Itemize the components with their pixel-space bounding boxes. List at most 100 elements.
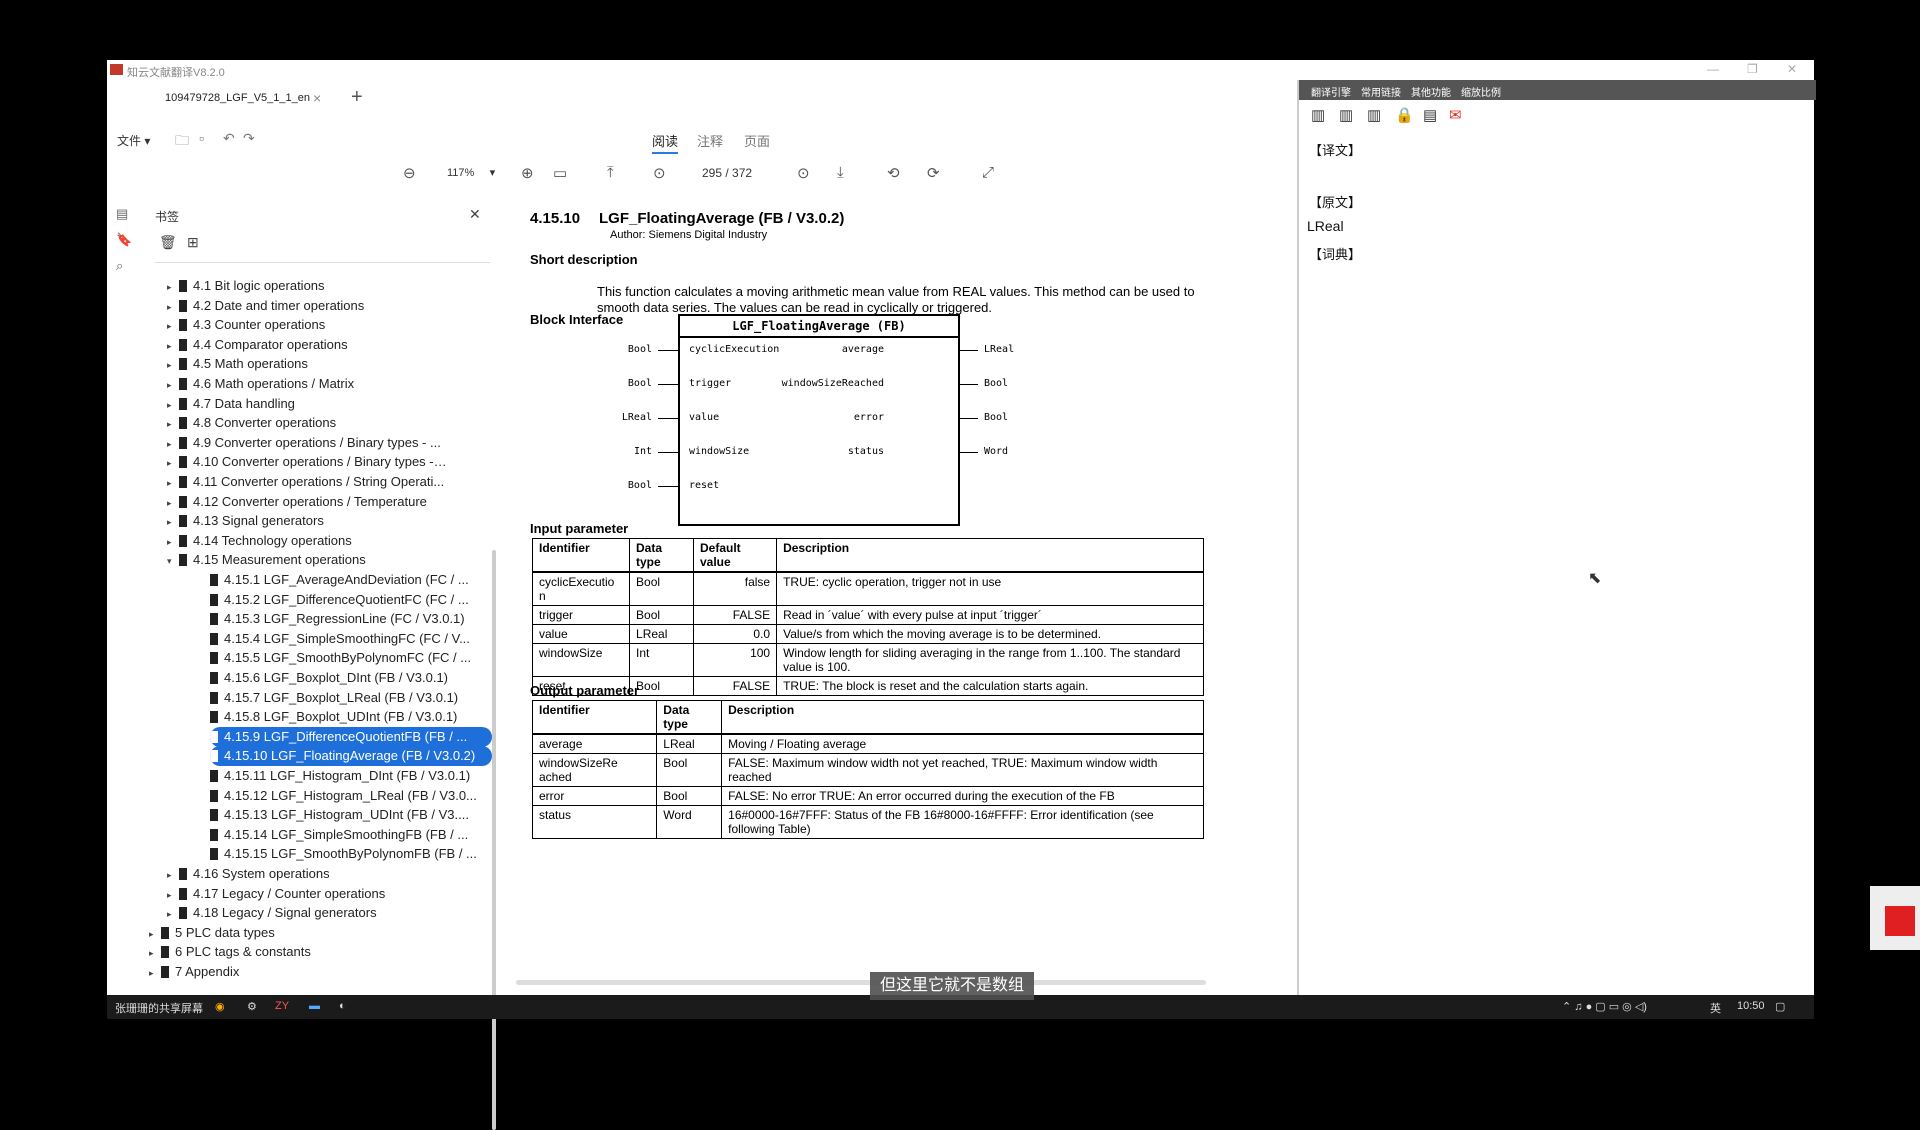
file-menu[interactable]: 文件 ▾ bbox=[117, 132, 150, 149]
sidebar-close-icon[interactable]: ✕ bbox=[469, 206, 481, 223]
expand-arrow-icon[interactable]: ▸ bbox=[167, 493, 179, 512]
save-icon[interactable]: ▫ bbox=[199, 130, 204, 146]
lock-icon[interactable]: 🔒 bbox=[1395, 106, 1414, 124]
prev-page-icon[interactable]: ⊙ bbox=[653, 164, 666, 182]
bookmark-item[interactable]: 4.15.8 LGF_Boxplot_UDInt (FB / V3.0.1) bbox=[210, 707, 485, 727]
expand-arrow-icon[interactable]: ▸ bbox=[167, 355, 179, 374]
layout-2-icon[interactable]: ▥ bbox=[1339, 106, 1353, 124]
add-bookmark-icon[interactable]: ⊞ bbox=[187, 234, 199, 251]
expand-arrow-icon[interactable]: ▸ bbox=[167, 904, 179, 923]
layout-3-icon[interactable]: ▥ bbox=[1367, 106, 1381, 124]
bookmark-item[interactable]: 4.15.11 LGF_Histogram_DInt (FB / V3.0.1) bbox=[210, 766, 485, 786]
bookmark-item[interactable]: ▸ 4.2 Date and timer operations bbox=[167, 296, 447, 316]
bookmark-item[interactable]: 4.15.1 LGF_AverageAndDeviation (FC / ... bbox=[210, 570, 485, 590]
bookmark-item[interactable]: ▸ 4.7 Data handling bbox=[167, 394, 447, 414]
expand-arrow-icon[interactable]: ▸ bbox=[149, 943, 161, 962]
restore-icon[interactable]: ❐ bbox=[1747, 62, 1758, 76]
bookmark-item[interactable]: ▸ 4.12 Converter operations / Temperature bbox=[167, 492, 447, 512]
bookmark-item[interactable]: 4.15.9 LGF_DifferenceQuotientFB (FB / ..… bbox=[210, 726, 492, 747]
bookmark-item[interactable]: ▸ 4.6 Math operations / Matrix bbox=[167, 374, 447, 394]
bookmark-item[interactable]: ▸ 6 PLC tags & constants bbox=[149, 942, 429, 962]
last-page-icon[interactable]: ⤓ bbox=[837, 164, 844, 181]
menu-other-functions[interactable]: 其他功能 bbox=[1411, 84, 1451, 99]
tab-annotate[interactable]: 注释 bbox=[697, 131, 723, 150]
tab-close-icon[interactable]: × bbox=[313, 90, 321, 106]
bookmark-item[interactable]: 4.15.5 LGF_SmoothByPolynomFC (FC / ... bbox=[210, 648, 485, 668]
expand-arrow-icon[interactable]: ▸ bbox=[167, 885, 179, 904]
rotate-left-icon[interactable]: ⟲ bbox=[887, 164, 900, 182]
bookmark-item[interactable]: ▸ 4.13 Signal generators bbox=[167, 511, 447, 531]
document-tab[interactable]: 109479728_LGF_V5_1_1_en bbox=[165, 92, 310, 104]
expand-arrow-icon[interactable]: ▸ bbox=[167, 532, 179, 551]
next-page-icon[interactable]: ⊙ bbox=[797, 164, 810, 182]
bookmark-item[interactable]: 4.15.6 LGF_Boxplot_DInt (FB / V3.0.1) bbox=[210, 668, 485, 688]
zoom-out-icon[interactable]: ⊖ bbox=[403, 164, 416, 182]
bookmark-item[interactable]: ▸ 4.17 Legacy / Counter operations bbox=[167, 884, 447, 904]
thumbnails-icon[interactable]: ▤ bbox=[116, 206, 128, 222]
rotate-right-icon[interactable]: ⟳ bbox=[927, 164, 940, 182]
new-tab-icon[interactable]: + bbox=[351, 86, 363, 109]
expand-arrow-icon[interactable]: ▸ bbox=[167, 434, 179, 453]
expand-arrow-icon[interactable]: ▸ bbox=[167, 512, 179, 531]
menu-common-links[interactable]: 常用链接 bbox=[1361, 84, 1401, 99]
app-icon-2[interactable]: ▬ bbox=[309, 1000, 320, 1012]
bookmark-item[interactable]: ▸ 7 Appendix bbox=[149, 962, 429, 982]
page-indicator[interactable]: 295 / 372 bbox=[702, 166, 752, 180]
menu-zoom-ratio[interactable]: 缩放比例 bbox=[1461, 84, 1501, 99]
expand-arrow-icon[interactable]: ▸ bbox=[167, 297, 179, 316]
zoom-in-icon[interactable]: ⊕ bbox=[521, 164, 534, 182]
fullscreen-icon[interactable]: ⤢ bbox=[982, 164, 994, 181]
record-icon[interactable] bbox=[1885, 906, 1915, 936]
delete-bookmark-icon[interactable]: 🗑 bbox=[159, 234, 177, 251]
bookmark-item[interactable]: ▸ 4.8 Converter operations bbox=[167, 413, 447, 433]
expand-arrow-icon[interactable]: ▸ bbox=[167, 395, 179, 414]
bookmark-item[interactable]: ▸ 4.4 Comparator operations bbox=[167, 335, 447, 355]
mail-icon[interactable]: ✉ bbox=[1449, 106, 1462, 124]
bookmark-item[interactable]: ▸ 4.16 System operations bbox=[167, 864, 447, 884]
horizontal-scrollbar[interactable] bbox=[516, 980, 1206, 985]
bookmark-item[interactable]: ▸ 5 PLC data types bbox=[149, 923, 429, 943]
zoom-level[interactable]: 117% ▾ bbox=[447, 166, 495, 179]
redo-icon[interactable]: ↷ bbox=[243, 130, 255, 147]
collapse-arrow-icon[interactable]: ▾ bbox=[167, 551, 179, 570]
expand-arrow-icon[interactable]: ▸ bbox=[149, 924, 161, 943]
expand-arrow-icon[interactable]: ▸ bbox=[167, 414, 179, 433]
expand-arrow-icon[interactable]: ▸ bbox=[167, 277, 179, 296]
app-icon-3[interactable]: ◐ bbox=[339, 1000, 346, 1012]
expand-arrow-icon[interactable]: ▸ bbox=[167, 865, 179, 884]
bookmark-item[interactable]: ▸ 4.18 Legacy / Signal generators bbox=[167, 903, 447, 923]
bookmark-icon[interactable]: 🔖 bbox=[116, 232, 132, 248]
bookmark-item[interactable]: 4.15.12 LGF_Histogram_LReal (FB / V3.0..… bbox=[210, 786, 485, 806]
notification-icon[interactable]: ▢ bbox=[1775, 1000, 1785, 1013]
search-icon[interactable]: ⌕ bbox=[116, 258, 123, 274]
layout-1-icon[interactable]: ▥ bbox=[1311, 106, 1325, 124]
expand-arrow-icon[interactable]: ▸ bbox=[167, 453, 179, 472]
close-window-icon[interactable]: ✕ bbox=[1787, 62, 1797, 76]
open-folder-icon[interactable]: 🗀 bbox=[175, 130, 189, 154]
bookmark-item[interactable]: ▸ 4.3 Counter operations bbox=[167, 315, 447, 335]
bookmark-item[interactable]: 4.15.14 LGF_SimpleSmoothingFB (FB / ... bbox=[210, 825, 485, 845]
bookmark-item[interactable]: ▸ 4.14 Technology operations bbox=[167, 531, 447, 551]
bookmark-item[interactable]: 4.15.10 LGF_FloatingAverage (FB / V3.0.2… bbox=[210, 746, 492, 767]
menu-translation-engine[interactable]: 翻译引擎 bbox=[1311, 84, 1351, 99]
bookmark-item[interactable]: ▸ 4.1 Bit logic operations bbox=[167, 276, 447, 296]
bookmark-item[interactable]: ▸ 4.10 Converter operations / Binary type… bbox=[167, 452, 447, 472]
bookmark-item[interactable]: 4.15.4 LGF_SimpleSmoothingFC (FC / V... bbox=[210, 629, 485, 649]
bookmark-item[interactable]: 4.15.13 LGF_Histogram_UDInt (FB / V3.... bbox=[210, 805, 485, 825]
browser-icon[interactable]: ◉ bbox=[215, 1000, 225, 1013]
tab-page[interactable]: 页面 bbox=[744, 131, 770, 150]
sidebar-scrollbar[interactable] bbox=[492, 550, 496, 1130]
ime-indicator[interactable]: 英 bbox=[1710, 1000, 1721, 1016]
bookmark-item[interactable]: ▸ 4.5 Math operations bbox=[167, 354, 447, 374]
bookmark-item[interactable]: ▸ 4.9 Converter operations / Binary types… bbox=[167, 433, 447, 453]
tab-read[interactable]: 阅读 bbox=[652, 131, 679, 154]
bookmark-item[interactable]: ▸ 4.11 Converter operations / String Oper… bbox=[167, 472, 447, 492]
expand-arrow-icon[interactable]: ▸ bbox=[167, 316, 179, 335]
expand-arrow-icon[interactable]: ▸ bbox=[149, 963, 161, 982]
expand-arrow-icon[interactable]: ▸ bbox=[167, 473, 179, 492]
bookmark-item[interactable]: 4.15.15 LGF_SmoothByPolynomFB (FB / ... bbox=[210, 844, 485, 864]
expand-arrow-icon[interactable]: ▸ bbox=[167, 375, 179, 394]
bookmark-item[interactable]: 4.15.3 LGF_RegressionLine (FC / V3.0.1) bbox=[210, 609, 485, 629]
tray-icons[interactable]: ⌃ ♫ ● ▢ ▭ ◎ ◁) bbox=[1562, 1000, 1647, 1013]
bookmark-item[interactable]: 4.15.2 LGF_DifferenceQuotientFC (FC / ..… bbox=[210, 590, 485, 610]
